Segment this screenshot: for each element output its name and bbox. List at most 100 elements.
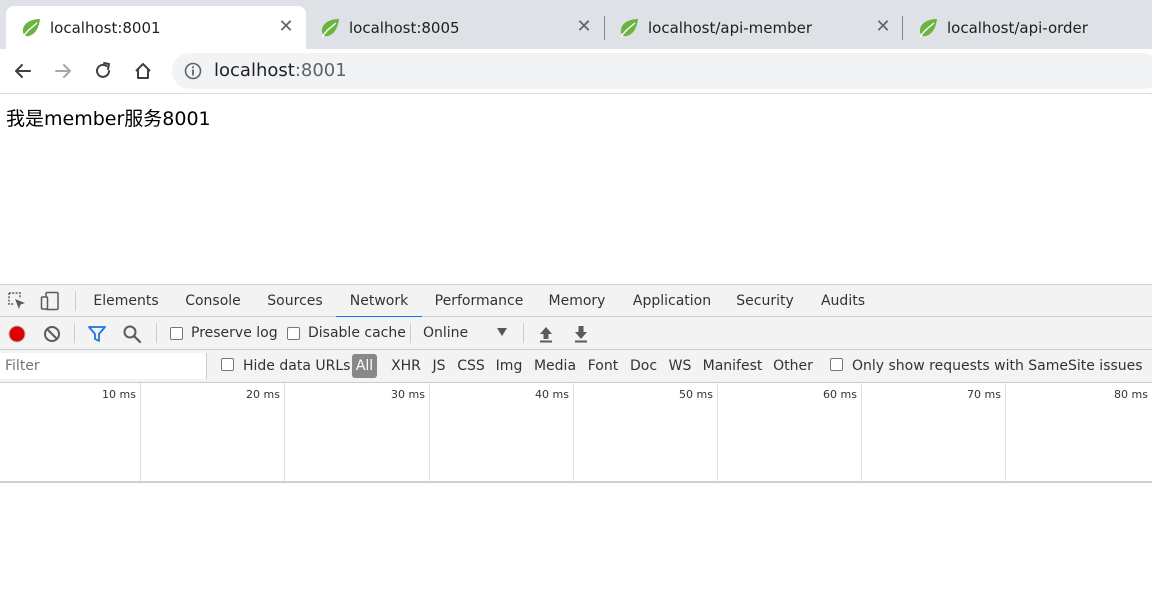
timeline-tick: 30 ms	[286, 383, 430, 481]
info-icon[interactable]	[184, 62, 202, 80]
samesite-checkbox[interactable]	[830, 358, 843, 371]
samesite-label: Only show requests with SameSite issues	[852, 358, 1143, 374]
filter-toggle-button[interactable]	[86, 323, 108, 345]
clear-button[interactable]	[41, 323, 63, 345]
browser-tab-4[interactable]: localhost/api-order	[903, 6, 1152, 49]
devtools-tab-console[interactable]: Console	[178, 285, 248, 317]
type-filter-xhr[interactable]: XHR	[388, 354, 424, 378]
timeline-tick: 10 ms	[0, 383, 141, 481]
type-filter-css[interactable]: CSS	[455, 354, 487, 378]
browser-tab-2[interactable]: localhost:8005 ✕	[305, 6, 603, 49]
timeline-tick: 70 ms	[862, 383, 1006, 481]
chevron-down-icon	[497, 328, 507, 336]
timeline-tick-label: 40 ms	[535, 388, 569, 401]
timeline-tick-label: 60 ms	[823, 388, 857, 401]
forward-button[interactable]	[49, 57, 77, 85]
inspect-element-icon[interactable]	[7, 291, 27, 311]
timeline-tick: 20 ms	[141, 383, 285, 481]
record-button[interactable]	[6, 323, 28, 345]
devtools-tab-elements[interactable]: Elements	[86, 285, 166, 317]
home-icon	[135, 63, 151, 79]
timeline-tick-label: 50 ms	[679, 388, 713, 401]
timeline-tick: 50 ms	[574, 383, 718, 481]
devtools-tabbar: Elements Console Sources Network Perform…	[0, 284, 1152, 318]
close-tab-icon[interactable]: ✕	[874, 17, 892, 37]
type-filter-ws[interactable]: WS	[666, 354, 694, 378]
browser-tabstrip: localhost:8001 ✕ localhost:8005 ✕ localh…	[0, 0, 1152, 49]
search-icon	[123, 325, 142, 344]
type-filter-other[interactable]: Other	[769, 354, 817, 378]
spring-leaf-icon	[620, 19, 638, 38]
disable-cache-checkbox[interactable]	[287, 327, 300, 340]
toolbar-separator	[74, 323, 75, 343]
throttling-value: Online	[423, 325, 469, 341]
export-har-button[interactable]	[570, 323, 592, 345]
devtools-tab-audits[interactable]: Audits	[812, 285, 874, 317]
url-port: :8001	[294, 60, 347, 81]
toolbar-separator	[523, 323, 524, 343]
upload-icon	[540, 327, 552, 343]
devtools-tab-performance[interactable]: Performance	[430, 285, 528, 317]
arrow-left-icon	[15, 64, 31, 78]
type-filter-manifest[interactable]: Manifest	[701, 354, 764, 378]
device-toolbar-icon[interactable]	[40, 291, 60, 311]
page-body-text: 我是member服务8001	[6, 108, 211, 130]
timeline-tick: 40 ms	[430, 383, 574, 481]
timeline-tick-label: 20 ms	[246, 388, 280, 401]
devtools-tab-sources[interactable]: Sources	[260, 285, 330, 317]
network-filterbar: Hide data URLs All XHR JS CSS Img Media …	[0, 350, 1152, 383]
spring-leaf-icon	[22, 19, 40, 38]
network-timeline-overview[interactable]: 10 ms 20 ms 30 ms 40 ms 50 ms 60 ms 70 m…	[0, 383, 1152, 483]
toolbar-separator	[410, 323, 411, 343]
address-bar[interactable]: localhost:8001	[172, 53, 1152, 89]
devtools-tab-security[interactable]: Security	[730, 285, 800, 317]
hide-data-urls-checkbox[interactable]	[221, 358, 234, 371]
network-toolbar: Preserve log Disable cache Online	[0, 317, 1152, 350]
arrow-right-icon	[55, 64, 71, 78]
timeline-tick-label: 70 ms	[967, 388, 1001, 401]
type-filter-media[interactable]: Media	[531, 354, 579, 378]
devtools-tab-memory[interactable]: Memory	[540, 285, 614, 317]
tab-title: localhost/api-member	[648, 19, 813, 37]
spring-leaf-icon	[919, 19, 937, 38]
tab-title: localhost:8001	[50, 19, 161, 37]
type-filter-img[interactable]: Img	[493, 354, 525, 378]
close-tab-icon[interactable]: ✕	[277, 17, 295, 37]
url-text: localhost:8001	[214, 60, 347, 82]
toolbar-separator	[156, 323, 157, 343]
close-tab-icon[interactable]: ✕	[575, 17, 593, 37]
record-icon	[8, 325, 26, 343]
browser-toolbar: localhost:8001	[0, 49, 1152, 94]
type-filter-doc[interactable]: Doc	[627, 354, 660, 378]
devtools-tab-application[interactable]: Application	[624, 285, 720, 317]
url-host: localhost	[214, 60, 295, 81]
import-har-button[interactable]	[535, 323, 557, 345]
search-button[interactable]	[121, 323, 143, 345]
type-filter-font[interactable]: Font	[585, 354, 621, 378]
timeline-tick-label: 80 ms	[1114, 388, 1148, 401]
clear-icon	[44, 326, 60, 342]
timeline-tick-label: 30 ms	[391, 388, 425, 401]
timeline-tick: 80 ms	[1006, 383, 1152, 481]
type-filter-all[interactable]: All	[352, 354, 377, 378]
browser-tab-3[interactable]: localhost/api-member ✕	[604, 6, 902, 49]
filter-input[interactable]	[0, 353, 207, 379]
timeline-tick-label: 10 ms	[102, 388, 136, 401]
reload-icon	[96, 62, 110, 78]
download-icon	[575, 326, 587, 343]
devtools-separator	[75, 291, 76, 311]
type-filter-js[interactable]: JS	[428, 354, 450, 378]
tab-title: localhost:8005	[349, 19, 460, 37]
disable-cache-label: Disable cache	[308, 325, 406, 341]
reload-button[interactable]	[89, 57, 117, 85]
browser-tab-1[interactable]: localhost:8001 ✕	[6, 6, 306, 49]
back-button[interactable]	[9, 57, 37, 85]
tab-title: localhost/api-order	[947, 19, 1088, 37]
devtools-tab-network[interactable]: Network	[336, 285, 422, 318]
filter-icon	[88, 326, 106, 342]
preserve-log-checkbox[interactable]	[170, 327, 183, 340]
hide-data-urls-label: Hide data URLs	[243, 358, 351, 374]
home-button[interactable]	[129, 57, 157, 85]
spring-leaf-icon	[321, 19, 339, 38]
timeline-tick: 60 ms	[718, 383, 862, 481]
